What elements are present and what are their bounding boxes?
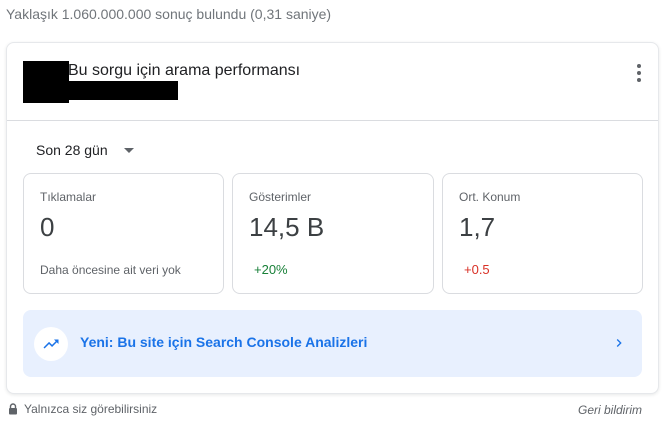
lock-icon <box>9 403 17 415</box>
date-range-dropdown[interactable]: Son 28 gün <box>36 142 134 158</box>
more-vert-icon[interactable] <box>629 61 649 85</box>
banner-label: Yeni: Bu site için Search Console Analiz… <box>80 334 368 350</box>
divider <box>7 120 658 121</box>
metric-impressions[interactable]: Gösterimler 14,5 B +20% <box>232 173 434 294</box>
card-title: Bu sorgu için arama performansı <box>68 62 301 79</box>
trending-up-icon <box>34 327 68 361</box>
visibility-label: Yalnızca siz görebilirsiniz <box>24 402 158 416</box>
metric-delta: +0.5 <box>464 262 490 277</box>
search-performance-card: Bu sorgu için arama performansı Son 28 g… <box>6 42 659 394</box>
metric-delta: +20% <box>254 262 288 277</box>
metric-value: 0 <box>40 212 55 242</box>
metric-clicks[interactable]: Tıklamalar 0 Daha öncesine ait veri yok <box>23 173 224 294</box>
chevron-right-icon <box>611 335 627 356</box>
metric-value: 1,7 <box>459 212 496 242</box>
result-stats: Yaklaşık 1.060.000.000 sonuç bulundu (0,… <box>6 6 332 22</box>
metric-value: 14,5 B <box>249 212 325 242</box>
metric-label: Tıklamalar <box>40 190 97 204</box>
metric-avg-position[interactable]: Ort. Konum 1,7 +0.5 <box>442 173 643 294</box>
date-range-label: Son 28 gün <box>36 142 108 158</box>
visibility-note: Yalnızca siz görebilirsiniz <box>8 402 157 416</box>
search-console-insights-banner[interactable]: Yeni: Bu site için Search Console Analiz… <box>23 310 642 377</box>
arrow-drop-down-icon <box>123 148 134 153</box>
metric-label: Ort. Konum <box>459 190 521 204</box>
metric-label: Gösterimler <box>249 190 312 204</box>
metric-note: Daha öncesine ait veri yok <box>40 263 181 277</box>
feedback-link[interactable]: Geri bildirim <box>578 403 642 417</box>
redacted-block <box>23 81 178 100</box>
